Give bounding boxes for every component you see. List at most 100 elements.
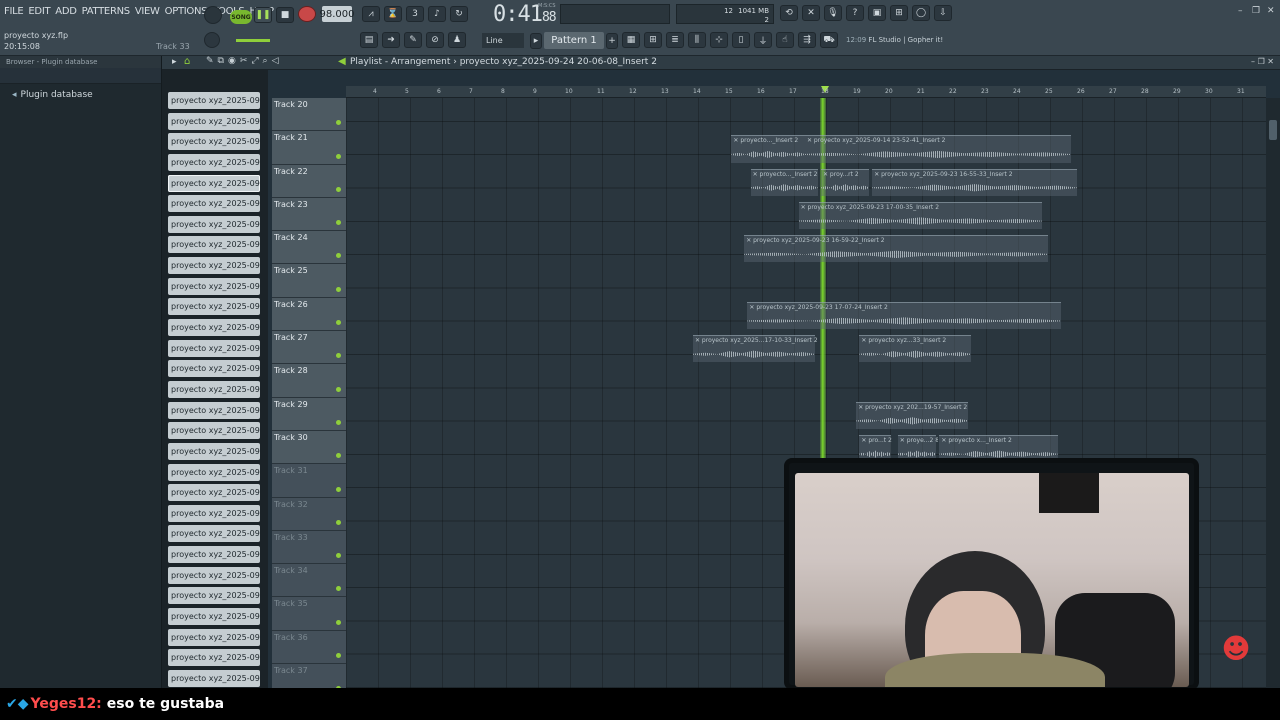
track-mute-led[interactable] [336,386,341,392]
mic-button[interactable]: 🎙 [824,5,842,21]
audio-clip[interactable]: ✕ proyecto xyz_2025...17-10-33_Insert 2 [693,335,817,363]
scrollbar-thumb[interactable] [1269,120,1277,140]
track-mute-led[interactable] [336,220,341,226]
track-header[interactable]: Track 22 [272,164,346,198]
track-header[interactable]: Track 36 [272,630,346,665]
touch-keyboard-button[interactable]: ☝ [776,32,794,48]
pattern-item[interactable]: proyecto xyz_2025-09-2... [168,525,260,543]
track-header[interactable]: Track 28 [272,364,346,398]
plugin-picker-button[interactable]: ⏚ [754,32,772,48]
download-button[interactable]: ⇩ [934,5,952,21]
track-header[interactable]: Track 25 [272,264,346,298]
audio-clip[interactable]: ✕ proyecto xyz_2025-09-23 16-55-33_Inser… [872,168,1077,196]
track-header[interactable]: Track 35 [272,597,346,631]
pattern-item[interactable]: proyecto xyz_2025-09-2... [168,484,260,502]
chat-button[interactable]: ◯ [912,5,930,21]
audio-clip[interactable]: ✕ proy...rt 2 [821,168,869,196]
audio-clip[interactable]: ✕ proyecto xyz_2025-09-23 17-07-24_Inser… [747,301,1061,330]
timeline-ruler[interactable]: 4 5 6 7 8 9 10 11 12 13 14 15 16 17 18 19 20 21 22 23 24 25 26… [346,86,1266,98]
audio-clip[interactable]: ✕ proyecto xyz_202...19-57_Insert 2 [856,401,969,429]
browser-view-button[interactable]: ▯ [732,32,750,48]
track-mute-led[interactable] [336,153,341,159]
audio-clip[interactable]: ✕ proyecto xyz...33_Insert 2 [859,335,972,363]
audio-clip[interactable]: ✕ proyecto..._Insert 2 [731,135,805,163]
track-header[interactable]: Track 26 [272,297,346,332]
channel-view-button[interactable]: ⊹ [710,32,728,48]
track-mute-led[interactable] [336,453,341,459]
snap-selector[interactable]: Line [482,33,524,48]
menu-file[interactable]: FILE [4,6,24,17]
marketplace-button[interactable]: ⛟ [820,32,838,48]
pattern-item[interactable]: proyecto xyz_2025-09-2... [168,319,260,337]
master-pitch-slider[interactable] [236,39,270,42]
wait-input-button[interactable]: ⌛ [384,6,402,22]
metronome-button[interactable]: ⩘ [362,6,380,22]
track-mute-led[interactable] [336,553,341,559]
track-header[interactable]: Track 37 [272,664,346,688]
pattern-item[interactable]: proyecto xyz_2025-09-2... [168,174,260,192]
playlist-window-controls[interactable]: – ❐ ✕ [1251,57,1274,66]
audio-clip[interactable]: ✕ proyecto xyz_2025-09-23 16-59-22_Inser… [744,235,1049,263]
undo-history-button[interactable]: ⟲ [780,5,798,21]
arrow-button[interactable]: ➜ [382,32,400,48]
menu-add[interactable]: ADD [55,6,77,17]
pattern-add-button[interactable]: + [606,33,618,49]
pattern-item[interactable]: proyecto xyz_2025-09-2... [168,360,260,378]
track-mute-led[interactable] [336,486,341,492]
pattern-selector[interactable]: Pattern 1 [544,32,604,49]
pattern-item[interactable]: proyecto xyz_2025-09-2... [168,442,260,460]
song-mode-button[interactable]: SONG [230,10,252,24]
close-button[interactable]: ✕ [1267,6,1275,16]
piano-roll-view-button[interactable]: ≣ [666,32,684,48]
pattern-item[interactable]: proyecto xyz_2025-09-2... [168,422,260,440]
mixer-button[interactable]: ⊞ [890,5,908,21]
track-header[interactable]: Track 34 [272,564,346,598]
vertical-scrollbar[interactable] [1266,98,1280,688]
mixer-view-button[interactable]: ⫼ [688,32,706,48]
tempo-display[interactable]: 98.000 [320,6,355,22]
track-mute-led[interactable] [336,120,341,126]
audio-clip[interactable]: ✕ proyecto xyz_2025-09-23 17-00-35_Inser… [798,201,1042,230]
track-header[interactable]: Track 30 [272,430,346,465]
menu-view[interactable]: VIEW [135,6,160,17]
track-mute-led[interactable] [336,186,341,192]
audio-clip[interactable]: ✕ proyecto xyz_2025-09-14 23-52-41_Inser… [805,135,1071,163]
track-mute-led[interactable] [336,419,341,425]
pattern-item[interactable]: proyecto xyz_2025-09-2... [168,380,260,398]
pattern-item[interactable]: proyecto xyz_2025-09-2... [168,236,260,254]
track-header[interactable]: Track 33 [272,530,346,565]
playlist-tool-icons[interactable]: ✎⧉◉✂⤢⌕◁ [206,56,283,66]
track-mute-led[interactable] [336,353,341,359]
browser-item-plugin-database[interactable]: ◂ Plugin database [12,90,93,100]
pattern-item[interactable]: proyecto xyz_2025-09-2... [168,546,260,564]
track-header[interactable]: Track 24 [272,231,346,265]
piano-roll-button[interactable]: ▤ [360,32,378,48]
pen-button[interactable]: ✎ [404,32,422,48]
track-header[interactable]: Track 27 [272,331,346,365]
menu-edit[interactable]: EDIT [28,6,50,17]
channel-rack-button[interactable]: ⊞ [644,32,662,48]
track-mute-led[interactable] [336,653,341,659]
browser-toolbar[interactable] [0,68,161,84]
playlist-menu-arrow[interactable]: ▸ [172,57,177,67]
track-mute-led[interactable] [336,253,341,259]
track-header[interactable]: Track 20 [272,98,346,132]
pattern-item[interactable]: proyecto xyz_2025-09-2... [168,649,260,667]
track-header[interactable]: Track 21 [272,131,346,165]
track-mute-led[interactable] [336,519,341,525]
pattern-item[interactable]: proyecto xyz_2025-09-2... [168,215,260,233]
countdown-button[interactable]: 3 [406,6,424,22]
track-mute-led[interactable] [336,586,341,592]
pattern-item[interactable]: proyecto xyz_2025-09-2... [168,566,260,584]
stop-button[interactable]: ■ [276,7,294,23]
pattern-item[interactable]: proyecto xyz_2025-09-2... [168,669,260,687]
master-volume-knob[interactable] [204,6,222,24]
playlist-snap-icon[interactable]: ⌂ [184,56,190,67]
pattern-item[interactable]: proyecto xyz_2025-09-2... [168,195,260,213]
pattern-item[interactable]: proyecto xyz_2025-09-2... [168,339,260,357]
restore-button[interactable]: ❐ [1252,6,1260,16]
playlist-button[interactable]: ▦ [622,32,640,48]
track-header[interactable]: Track 31 [272,464,346,498]
save-button[interactable]: ▣ [868,5,886,21]
loop-record-button[interactable]: ↻ [450,6,468,22]
